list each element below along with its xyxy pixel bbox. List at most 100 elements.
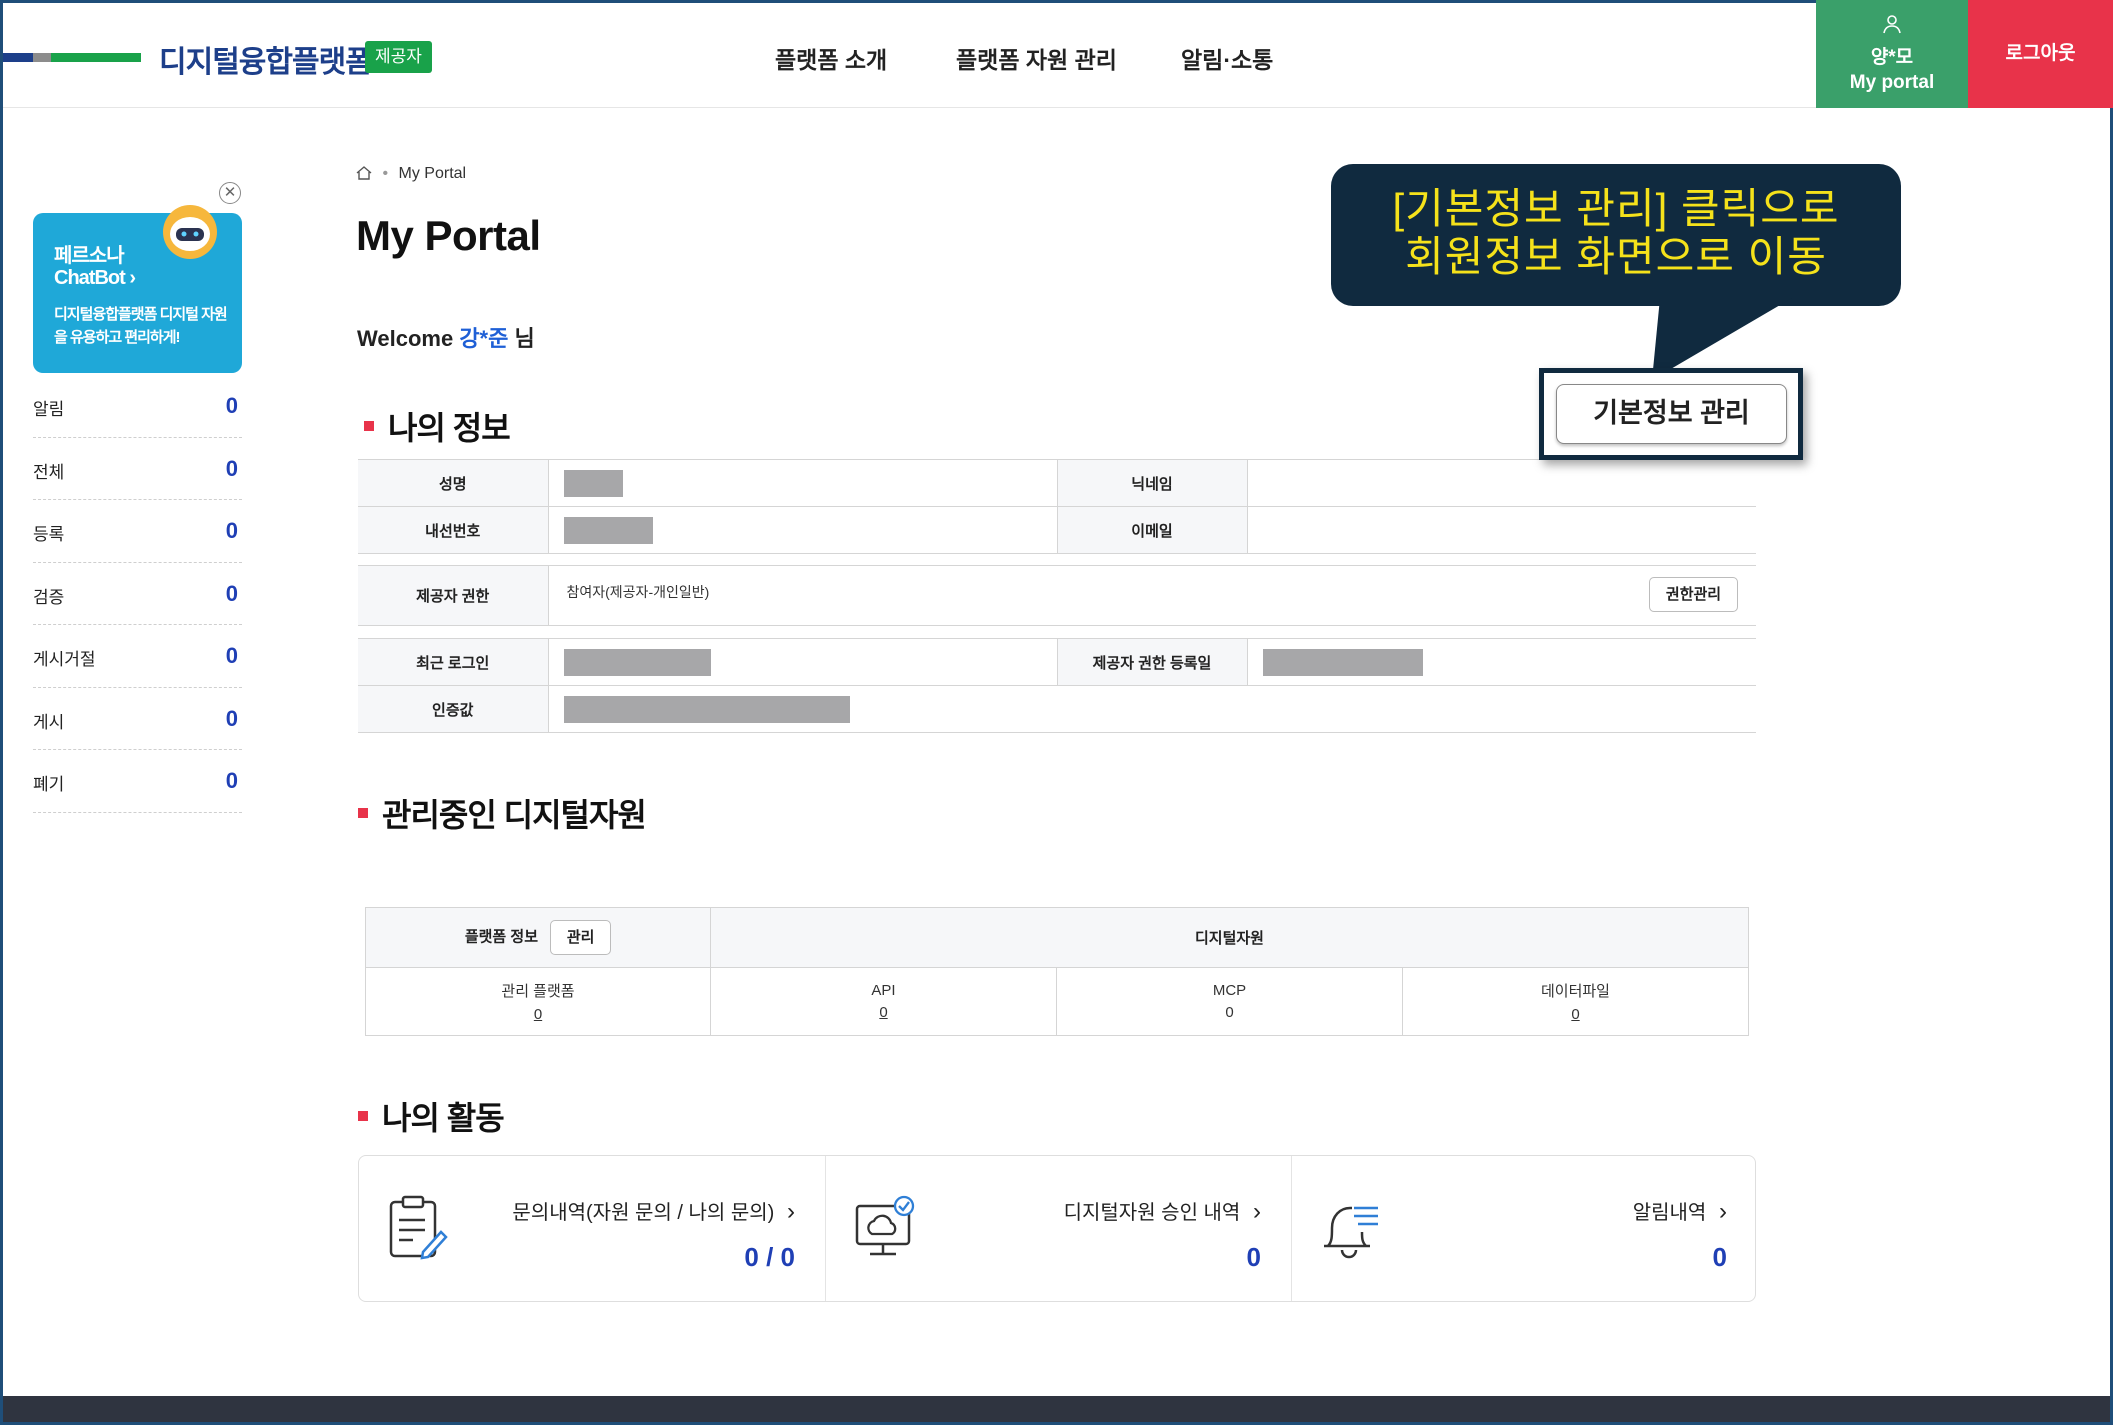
monitor-cloud-icon [855, 1195, 915, 1256]
provider-auth-value: 참여자(제공자-개인일반) [566, 584, 710, 600]
robot-icon [163, 205, 217, 259]
my-portal-label: My portal [1849, 72, 1935, 93]
breadcrumb: • My Portal [356, 165, 466, 183]
welcome-message: Welcome 강*준 님 [357, 326, 535, 351]
mcp-cell: MCP 0 [1056, 967, 1403, 1036]
nav-resource-manage[interactable]: 플랫폼 자원 관리 [956, 41, 1117, 75]
chatbot-title-2: ChatBot › [54, 267, 136, 289]
highlight-frame: 기본정보 관리 [1539, 368, 1803, 460]
auth-manage-button[interactable]: 권한관리 [1649, 577, 1738, 612]
role-badge: 제공자 [365, 41, 432, 73]
callout-line-1: [기본정보 관리] 클릭으로 [1392, 185, 1840, 232]
field-label-last-login: 최근 로그인 [358, 638, 549, 686]
activity-label: 문의내역(자원 문의 / 나의 문의) [512, 1196, 795, 1226]
activity-label: 알림내역 [1633, 1196, 1727, 1226]
activity-count: 0 [1712, 1242, 1727, 1272]
status-label: 폐기 [33, 775, 65, 794]
datafile-count[interactable]: 0 [1403, 1006, 1748, 1023]
activity-count: 0 [1246, 1242, 1261, 1272]
status-count: 0 [225, 393, 238, 418]
status-count: 0 [225, 455, 238, 481]
field-label-auth-reg-date: 제공자 권한 등록일 [1056, 638, 1248, 686]
digital-resource-header: 디지털자원 [710, 907, 1749, 968]
chatbot-description: 디지털융합플랫폼 디지털 자원을 유용하고 편리하게! [54, 306, 228, 346]
section-title-activity: 나의 활동 [358, 1093, 505, 1139]
status-item-registered[interactable]: 등록 0 [33, 500, 242, 563]
section-title-managed: 관리중인 디지털자원 [358, 790, 647, 836]
activity-box: 문의내역(자원 문의 / 나의 문의) 0 / 0 디지털자원 승인 내역 0 … [358, 1155, 1756, 1302]
user-icon [1883, 15, 1901, 34]
field-label-email: 이메일 [1056, 506, 1248, 554]
my-portal-button[interactable]: 양*모 My portal [1816, 0, 1968, 108]
status-label: 검증 [33, 587, 65, 607]
nav-notice[interactable]: 알림·소통 [1181, 41, 1273, 75]
close-icon[interactable]: ✕ [219, 182, 241, 204]
status-list: 알림 0 전체 0 등록 0 검증 0 게시거절 0 게시 0 폐기 0 [33, 375, 242, 813]
tutorial-callout: [기본정보 관리] 클릭으로 회원정보 화면으로 이동 [1331, 164, 1901, 306]
field-label-ext: 내선번호 [358, 506, 549, 554]
user-name: 양*모 [1870, 47, 1914, 68]
masked-cert [563, 695, 850, 723]
status-count: 0 [225, 768, 238, 793]
breadcrumb-separator-icon: • [382, 165, 389, 182]
site-logo[interactable]: 디지털융합플랫폼 [159, 37, 373, 81]
activity-label: 디지털자원 승인 내역 [1064, 1196, 1261, 1226]
activity-approval[interactable]: 디지털자원 승인 내역 0 [825, 1156, 1291, 1301]
activity-inquiry[interactable]: 문의내역(자원 문의 / 나의 문의) 0 / 0 [359, 1156, 825, 1301]
section-title-my-info: 나의 정보 [364, 403, 511, 449]
datafile-cell: 데이터파일 0 [1402, 967, 1749, 1036]
api-count[interactable]: 0 [711, 1004, 1056, 1021]
basic-info-manage-button[interactable]: 기본정보 관리 [1556, 384, 1787, 444]
masked-name [563, 469, 623, 497]
status-label: 등록 [33, 525, 65, 544]
status-label: 게시 [33, 712, 65, 732]
status-item-verify[interactable]: 검증 0 [33, 563, 242, 625]
status-item-published[interactable]: 게시 0 [33, 688, 242, 750]
status-label: 전체 [33, 462, 65, 482]
logo-stripe [3, 53, 141, 62]
status-item-rejected[interactable]: 게시거절 0 [33, 625, 242, 688]
field-label-cert: 인증값 [358, 685, 549, 733]
chatbot-banner[interactable]: 페르소나 ChatBot › 디지털융합플랫폼 디지털 자원을 유용하고 편리하… [33, 205, 242, 373]
my-info-table-3: 최근 로그인 제공자 권한 등록일 인증값 [358, 638, 1756, 733]
status-item-alarm[interactable]: 알림 0 [33, 375, 242, 438]
my-info-table-1: 성명 닉네임 내선번호 이메일 [358, 459, 1756, 554]
status-item-discarded[interactable]: 폐기 0 [33, 750, 242, 813]
masked-last-login [563, 648, 711, 676]
footer-bar [3, 1396, 2110, 1422]
field-label-nickname: 닉네임 [1056, 459, 1248, 507]
managed-resource-table: 플랫폼 정보 관리 디지털자원 관리 플랫폼 0 API 0 MCP 0 데이터파일 0 [365, 907, 1749, 1036]
status-item-all[interactable]: 전체 0 [33, 438, 242, 500]
masked-ext [563, 516, 653, 544]
status-count: 0 [225, 518, 238, 543]
my-info-table-2: 제공자 권한 참여자(제공자-개인일반) 권한관리 [358, 565, 1756, 626]
top-header: 디지털융합플랫폼 제공자 플랫폼 소개 플랫폼 자원 관리 알림·소통 양*모 … [3, 0, 2113, 108]
welcome-user-name: 강*준 [459, 326, 509, 351]
status-label: 알림 [33, 400, 65, 419]
masked-auth-reg-date [1262, 648, 1423, 676]
api-cell: API 0 [710, 967, 1057, 1036]
status-label: 게시거절 [33, 650, 96, 669]
activity-count: 0 / 0 [744, 1242, 795, 1272]
chevron-right-icon: › [129, 267, 136, 289]
platform-info-header: 플랫폼 정보 관리 [365, 907, 711, 968]
page-title: My Portal [356, 212, 541, 259]
breadcrumb-current: My Portal [398, 165, 467, 182]
clipboard-edit-icon [389, 1195, 448, 1260]
logout-button[interactable]: 로그아웃 [1968, 0, 2113, 108]
status-count: 0 [225, 643, 238, 668]
nav-platform-intro[interactable]: 플랫폼 소개 [775, 41, 887, 75]
field-label-name: 성명 [358, 459, 549, 507]
managed-platform-cell: 관리 플랫폼 0 [365, 967, 711, 1036]
chatbot-title-1: 페르소나 [54, 245, 125, 267]
home-icon[interactable] [356, 166, 372, 180]
managed-platform-count[interactable]: 0 [366, 1006, 710, 1023]
mcp-count: 0 [1225, 1004, 1234, 1021]
activity-notice[interactable]: 알림내역 0 [1291, 1156, 1757, 1301]
callout-line-2: 회원정보 화면으로 이동 [1405, 233, 1827, 280]
status-count: 0 [225, 705, 238, 731]
status-count: 0 [225, 580, 238, 606]
email-value [1247, 506, 1756, 554]
field-label-provider-auth: 제공자 권한 [358, 565, 549, 626]
platform-manage-button[interactable]: 관리 [550, 920, 612, 955]
